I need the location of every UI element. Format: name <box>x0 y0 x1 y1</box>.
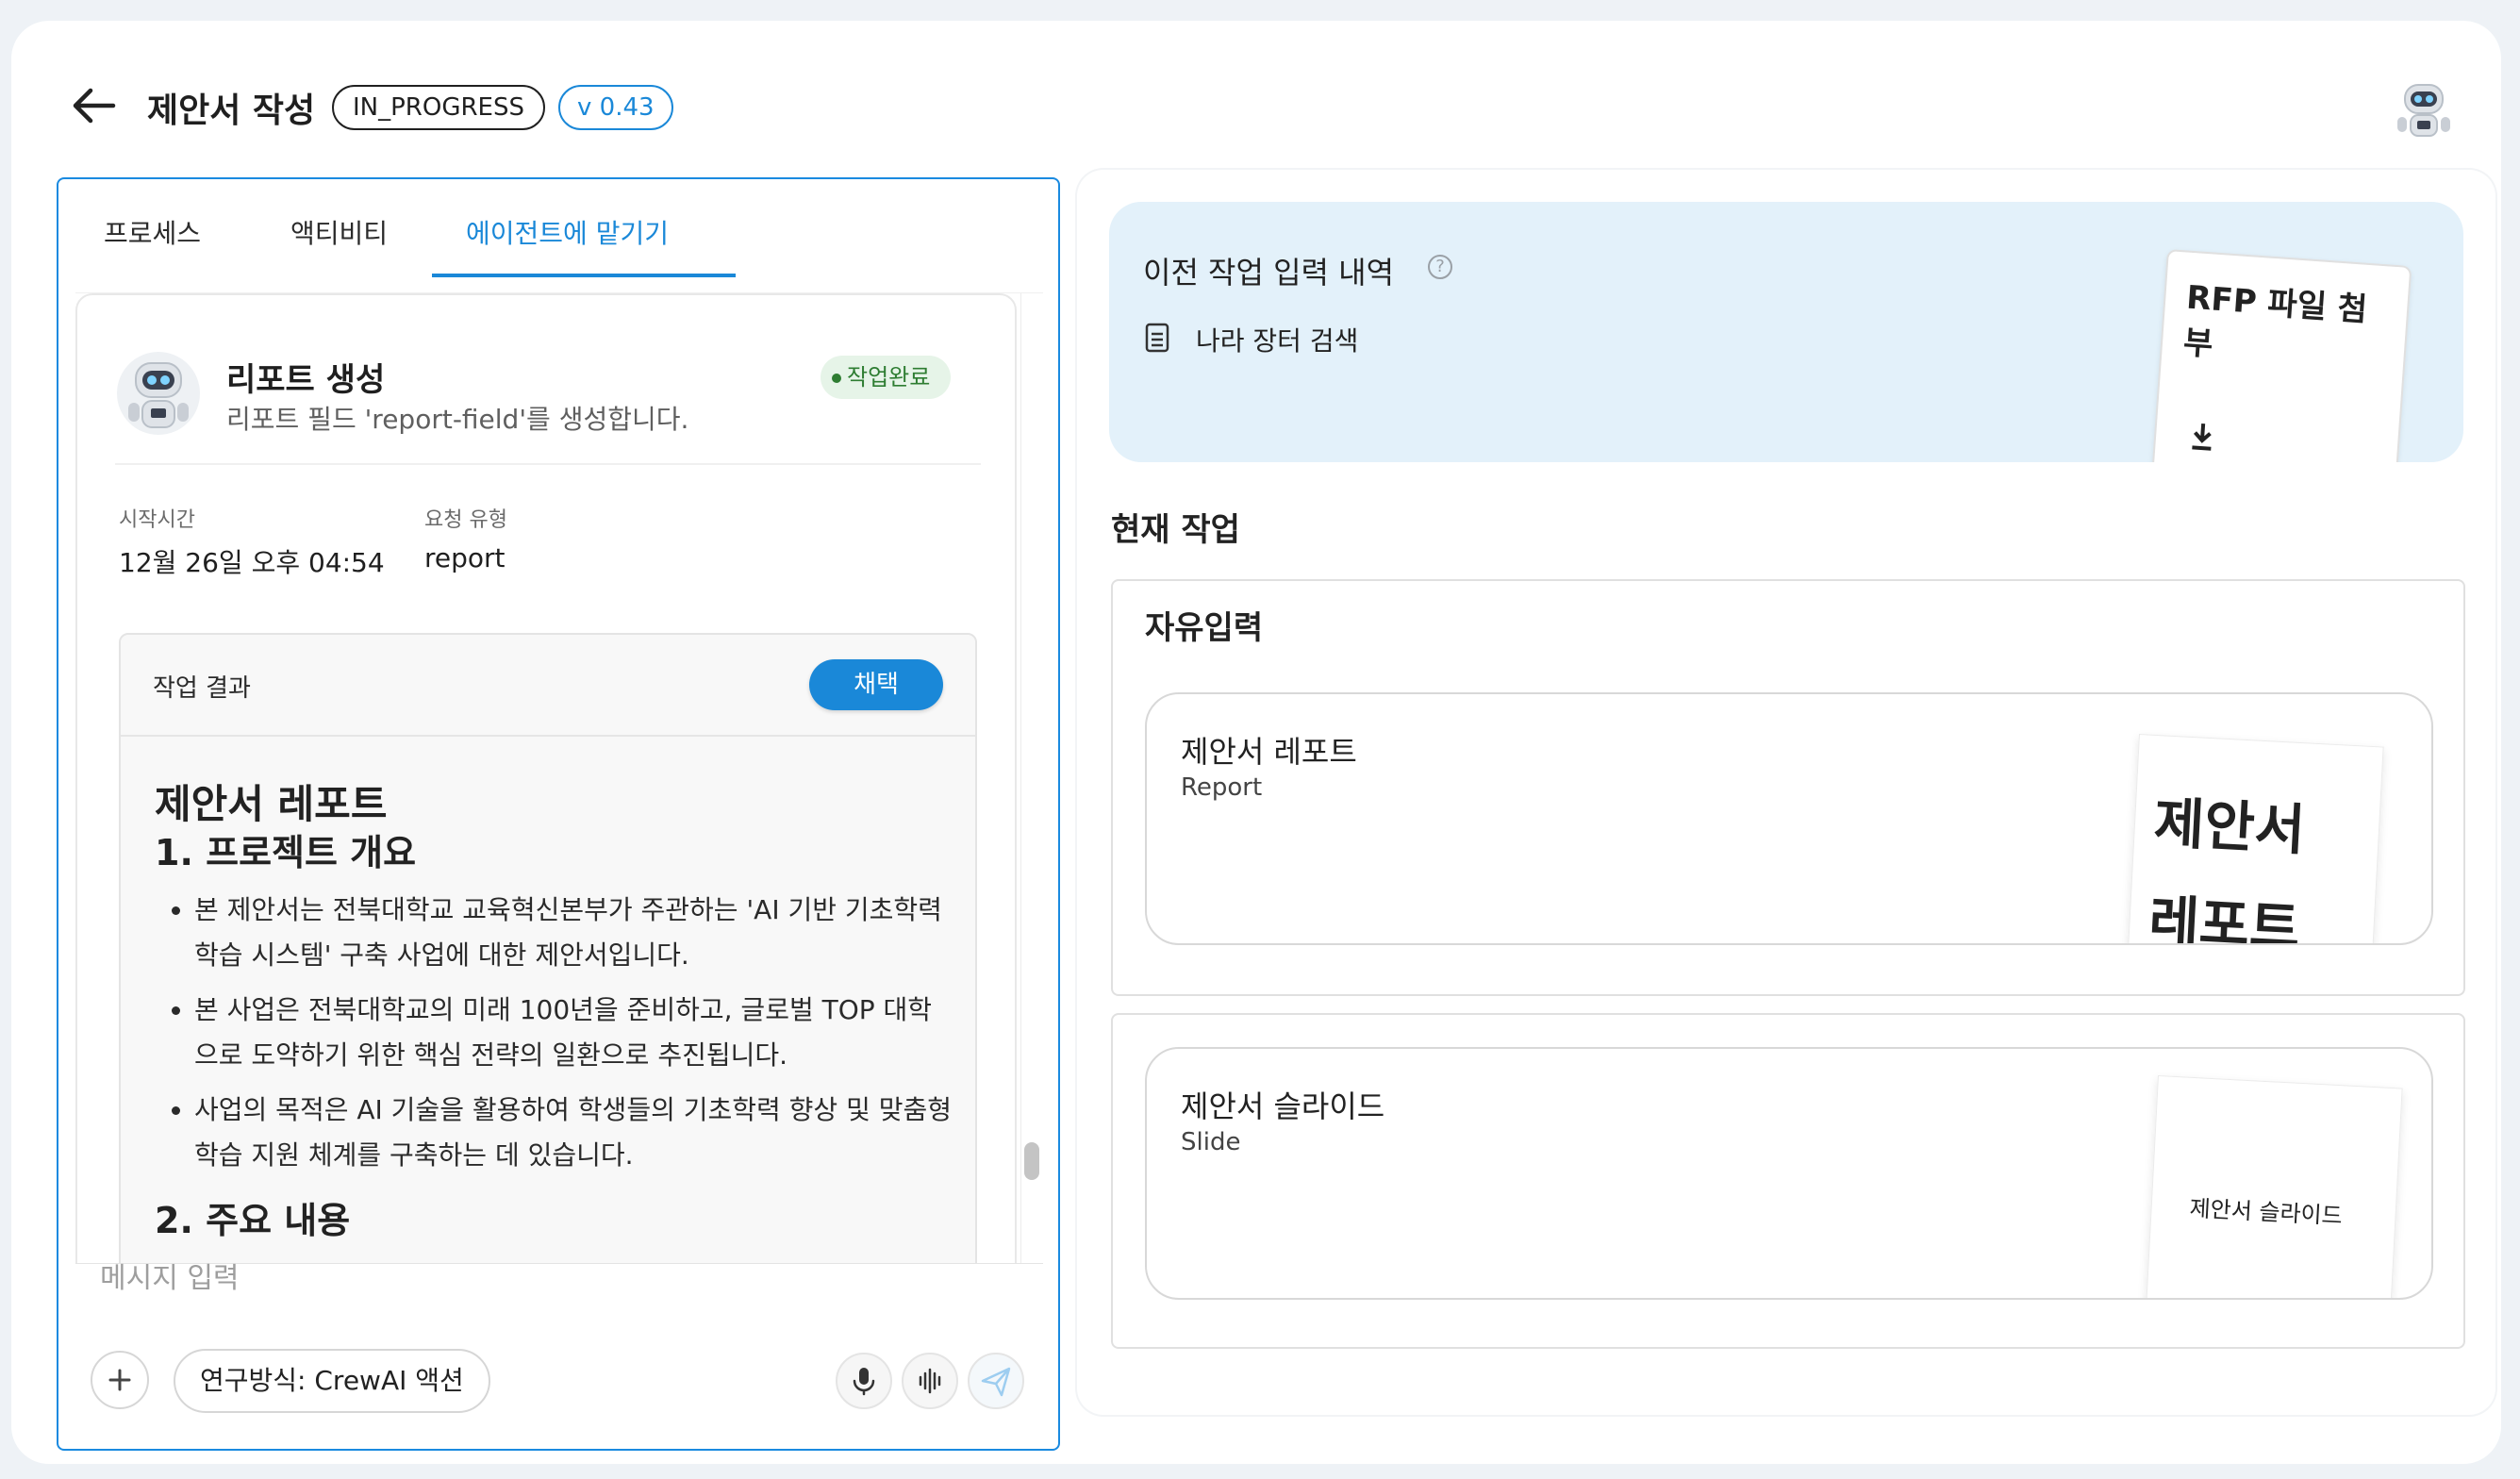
doc-bullet: 본 사업은 전북대학교의 미래 100년을 준비하고, 글로벌 TOP 대학으로… <box>172 988 954 1078</box>
doc-section-title: 2. 주요 내용 <box>155 1200 351 1241</box>
back-arrow-icon[interactable] <box>70 85 119 126</box>
result-header: 작업 결과 채택 <box>121 635 975 737</box>
robot-avatar-icon[interactable] <box>2392 77 2456 141</box>
download-icon[interactable] <box>2187 419 2217 455</box>
slide-preview-text: 제안서 슬라이드 <box>2188 1194 2344 1230</box>
add-button[interactable] <box>91 1351 149 1409</box>
task-description: 리포트 필드 'report-field'를 생성합니다. <box>226 404 689 435</box>
scrollbar[interactable] <box>1020 293 1043 1263</box>
request-type-label: 요청 유형 <box>424 508 507 532</box>
divider <box>115 463 981 465</box>
previous-inputs-box: 이전 작업 입력 내역 ? 나라 장터 검색 RFP 파일 첨부 <box>1109 202 2463 462</box>
send-button[interactable] <box>968 1353 1024 1409</box>
task-card: 리포트 생성 리포트 필드 'report-field'를 생성합니다. 작업완… <box>75 293 1017 1263</box>
current-work-title: 현재 작업 <box>1111 511 1240 549</box>
voice-wave-button[interactable] <box>902 1353 958 1409</box>
item-title: 제안서 레포트 <box>1181 734 1357 770</box>
input-group-slide: 제안서 슬라이드 Slide 제안서 슬라이드 <box>1111 1013 2465 1349</box>
item-subtitle: Report <box>1181 773 1263 802</box>
task-result: 작업 결과 채택 제안서 레포트 1. 프로젝트 개요 본 제안서는 전북대학교… <box>119 633 977 1263</box>
previous-inputs-title: 이전 작업 입력 내역 <box>1143 255 1395 291</box>
message-input[interactable]: 메시지 입력 <box>100 1255 240 1296</box>
request-type-value: report <box>424 542 506 573</box>
send-icon <box>981 1367 1011 1397</box>
active-tab-indicator <box>432 274 736 277</box>
item-title: 제안서 슬라이드 <box>1181 1088 1385 1124</box>
start-time-value: 12월 26일 오후 04:54 <box>119 547 385 578</box>
slide-preview-card: 제안서 슬라이드 <box>2144 1075 2403 1298</box>
doc-title: 제안서 레포트 <box>155 781 388 827</box>
doc-bullet: 본 제안서는 전북대학교 교육혁신본부가 주관하는 'AI 기반 기초학력 학습… <box>172 888 954 978</box>
version-badge: v 0.43 <box>558 85 673 130</box>
tab-process[interactable]: 프로세스 <box>104 213 201 251</box>
work-panel: 이전 작업 입력 내역 ? 나라 장터 검색 RFP 파일 첨부 현재 작업 자… <box>1077 170 2495 1415</box>
app-window: 제안서 작성 IN_PROGRESS v 0.43 프로세스 액티비티 에이전트… <box>11 21 2501 1464</box>
result-label: 작업 결과 <box>153 674 251 703</box>
chat-scroll-area[interactable]: 리포트 생성 리포트 필드 'report-field'를 생성합니다. 작업완… <box>75 292 1043 1264</box>
adopt-button[interactable]: 채택 <box>809 659 943 710</box>
microphone-icon <box>853 1368 875 1396</box>
report-preview-text: 제안서 레포트 <box>2147 790 2307 945</box>
start-time-label: 시작시간 <box>119 508 195 532</box>
input-group-free: 자유입력 제안서 레포트 Report 제안서 레포트 <box>1111 579 2465 996</box>
microphone-button[interactable] <box>836 1353 892 1409</box>
report-item-card[interactable]: 제안서 레포트 Report 제안서 레포트 <box>1145 692 2433 945</box>
research-mode-chip[interactable]: 연구방식: CrewAI 액션 <box>174 1349 490 1413</box>
task-title: 리포트 생성 <box>226 361 386 399</box>
agent-panel: 프로세스 액티비티 에이전트에 맡기기 리포트 생성 리포트 필드 'repor… <box>57 177 1060 1451</box>
scrollbar-thumb[interactable] <box>1024 1142 1039 1180</box>
group-title: 자유입력 <box>1145 609 1264 647</box>
status-badge: IN_PROGRESS <box>332 85 545 130</box>
tab-delegate-agent[interactable]: 에이전트에 맡기기 <box>466 213 669 251</box>
report-preview-card: 제안서 레포트 <box>2125 734 2384 945</box>
help-icon[interactable]: ? <box>1428 255 1452 279</box>
plus-icon <box>108 1369 131 1391</box>
status-badge: 작업완료 <box>821 356 952 399</box>
audio-wave-icon <box>919 1368 941 1394</box>
slide-item-card[interactable]: 제안서 슬라이드 Slide 제안서 슬라이드 <box>1145 1047 2433 1300</box>
robot-avatar-icon <box>117 352 200 435</box>
document-icon <box>1145 323 1169 353</box>
doc-bullet: 사업의 목적은 AI 기술을 활용하여 학생들의 기초학력 향상 및 맞춤형 학… <box>172 1088 954 1178</box>
tab-activity[interactable]: 액티비티 <box>290 213 388 251</box>
doc-section-title: 1. 프로젝트 개요 <box>155 832 417 873</box>
rfp-attachment-card[interactable]: RFP 파일 첨부 <box>2149 249 2412 462</box>
page-title: 제안서 작성 <box>147 91 316 130</box>
rfp-attachment-label: RFP 파일 첨부 <box>2181 278 2369 364</box>
previous-input-item[interactable]: 나라 장터 검색 <box>1196 321 1358 358</box>
item-subtitle: Slide <box>1181 1128 1241 1156</box>
